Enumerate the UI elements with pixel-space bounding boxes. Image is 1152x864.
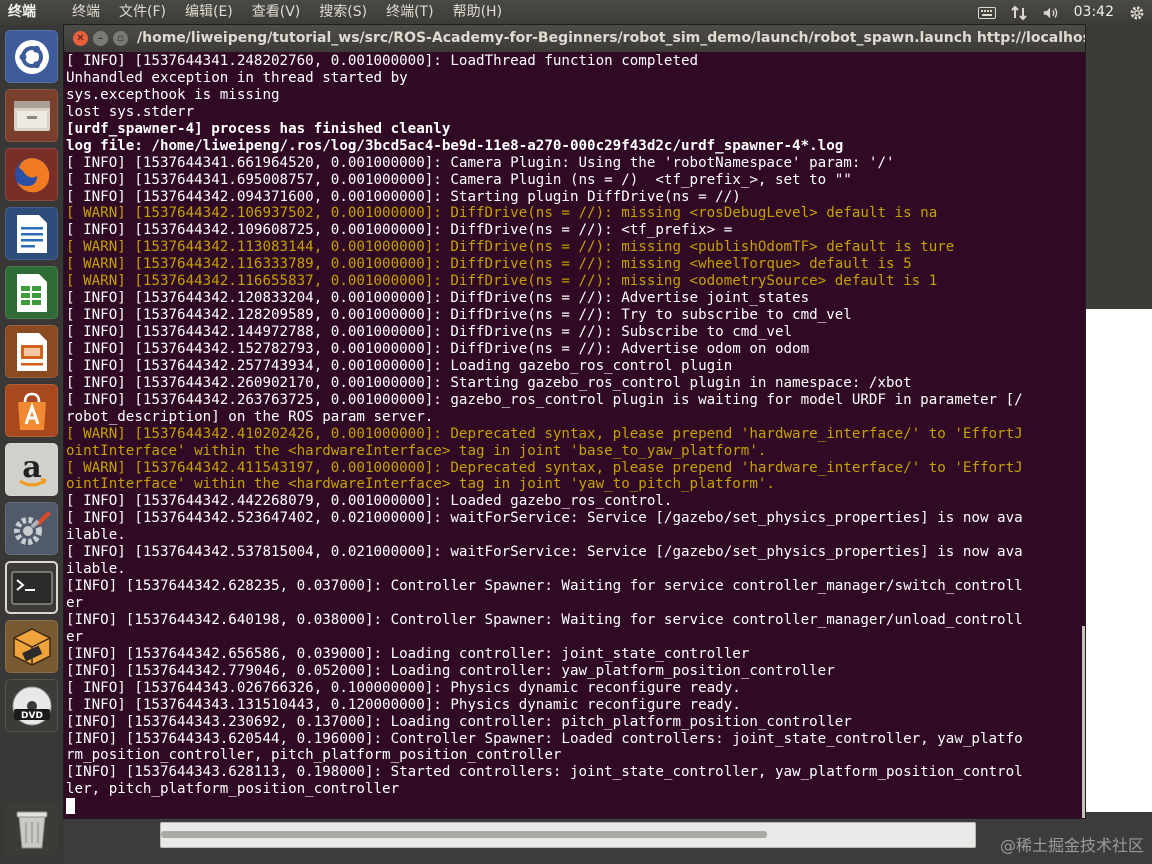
terminal-line: [ INFO] [1537644342.109608725, 0.0010000… bbox=[66, 222, 733, 239]
terminal-icon[interactable] bbox=[5, 561, 58, 614]
terminal-line: Unhandled exception in thread started by bbox=[66, 69, 408, 86]
terminal-line: [ INFO] [1537644343.131510443, 0.1200000… bbox=[66, 696, 741, 713]
terminal-scrollbar[interactable] bbox=[1082, 626, 1085, 818]
menu-file[interactable]: 文件(F) bbox=[119, 0, 176, 25]
terminal-line: rm_position_controller, pitch_platform_p… bbox=[66, 747, 562, 764]
software-center-icon[interactable] bbox=[5, 384, 58, 437]
terminal-line: ler, pitch_platform_position_controller bbox=[66, 781, 400, 798]
background-window-edge bbox=[1085, 25, 1152, 864]
horizontal-scrollbar[interactable] bbox=[160, 822, 976, 848]
terminal-line: [ WARN] [1537644342.113083144, 0.0010000… bbox=[66, 239, 955, 256]
writer-icon[interactable] bbox=[5, 207, 58, 260]
amazon-icon[interactable]: a bbox=[5, 443, 58, 496]
terminal-line: [ INFO] [1537644343.026766326, 0.1000000… bbox=[66, 679, 741, 696]
terminal-line: [ WARN] [1537644342.116333789, 0.0010000… bbox=[66, 256, 912, 273]
menu-edit[interactable]: 编辑(E) bbox=[185, 0, 243, 25]
trash-icon[interactable] bbox=[5, 802, 58, 855]
firefox-icon[interactable] bbox=[5, 148, 58, 201]
terminal-line: [ INFO] [1537644342.263763725, 0.0010000… bbox=[66, 391, 1023, 408]
terminal-line: [ WARN] [1537644342.106937502, 0.0010000… bbox=[66, 205, 938, 222]
terminal-line: ilable. bbox=[66, 527, 126, 544]
impress-icon[interactable] bbox=[5, 325, 58, 378]
close-icon[interactable]: ✕ bbox=[73, 31, 88, 46]
minimize-icon[interactable]: – bbox=[93, 31, 108, 46]
terminal-cursor bbox=[66, 798, 75, 815]
menu-bar: 终端 文件(F) 编辑(E) 查看(V) 搜索(S) 终端(T) 帮助(H) bbox=[72, 0, 521, 25]
terminal-line: [ INFO] [1537644342.144972788, 0.0010000… bbox=[66, 324, 793, 340]
terminal-line: [ INFO] [1537644342.257743934, 0.0010000… bbox=[66, 357, 733, 374]
clock[interactable]: 03:42 bbox=[1074, 0, 1114, 25]
system-tray: 03:42 bbox=[977, 0, 1146, 25]
terminal-line: [INFO] [1537644342.640198, 0.038000]: Co… bbox=[66, 611, 1023, 628]
terminal-line: [ WARN] [1537644342.116655837, 0.0010000… bbox=[66, 273, 938, 290]
terminal-line: ointInterface' within the <hardwareInter… bbox=[66, 442, 767, 459]
terminal-line: [urdf_spawner-4] process has finished cl… bbox=[66, 120, 451, 137]
terminal-line: [INFO] [1537644343.230692, 0.137000]: Lo… bbox=[66, 713, 852, 730]
menu-search[interactable]: 搜索(S) bbox=[319, 0, 377, 25]
terminal-line: [ INFO] [1537644341.248202760, 0.0010000… bbox=[66, 53, 699, 69]
background-window-content bbox=[1085, 309, 1152, 812]
ubuntu-logo-icon[interactable] bbox=[5, 30, 58, 83]
files-icon[interactable] bbox=[5, 89, 58, 142]
background-window-bottom bbox=[64, 818, 1152, 864]
calc-icon[interactable] bbox=[5, 266, 58, 319]
terminal-line: ilable. bbox=[66, 561, 126, 578]
menu-terminal-app[interactable]: 终端 bbox=[72, 0, 110, 25]
window-titlebar[interactable]: ✕ – ▫ /home/liweipeng/tutorial_ws/src/RO… bbox=[64, 25, 1085, 52]
terminal-line: sys.excepthook is missing bbox=[66, 86, 280, 103]
terminal-line: [ INFO] [1537644342.260902170, 0.0010000… bbox=[66, 374, 912, 391]
terminal-line: [ INFO] [1537644342.128209589, 0.0010000… bbox=[66, 307, 852, 324]
terminal-line: [INFO] [1537644343.628113, 0.198000]: St… bbox=[66, 764, 1023, 781]
terminal-line: [ INFO] [1537644341.695008757, 0.0010000… bbox=[66, 171, 852, 188]
watermark: @稀土掘金技术社区 bbox=[999, 836, 1144, 855]
maximize-icon[interactable]: ▫ bbox=[113, 31, 128, 46]
terminal-line: robot_description] on the ROS param serv… bbox=[66, 408, 434, 425]
terminal-line: [ INFO] [1537644342.094371600, 0.0010000… bbox=[66, 188, 741, 205]
terminal-line: [INFO] [1537644342.656586, 0.039000]: Lo… bbox=[66, 645, 750, 662]
top-menu-bar: 终端 终端 文件(F) 编辑(E) 查看(V) 搜索(S) 终端(T) 帮助(H… bbox=[0, 0, 1152, 25]
dvd-icon[interactable]: DVD bbox=[5, 679, 58, 732]
terminal-line: er bbox=[66, 628, 84, 645]
svg-text:a: a bbox=[22, 450, 41, 485]
terminal-line: ointInterface' within the <hardwareInter… bbox=[66, 476, 775, 493]
window-title: /home/liweipeng/tutorial_ws/src/ROS-Acad… bbox=[137, 30, 1085, 46]
terminal-line: [INFO] [1537644343.620544, 0.196000]: Co… bbox=[66, 730, 1023, 747]
terminal-line: [ INFO] [1537644342.152782793, 0.0010000… bbox=[66, 340, 810, 357]
terminal-line: [ INFO] [1537644342.120833204, 0.0010000… bbox=[66, 290, 810, 307]
terminal-line: [INFO] [1537644342.628235, 0.037000]: Co… bbox=[66, 578, 1023, 595]
settings-icon[interactable] bbox=[5, 502, 58, 555]
scrollbar-thumb[interactable] bbox=[161, 831, 767, 838]
terminal-line: er bbox=[66, 595, 84, 611]
gear-icon[interactable] bbox=[1128, 5, 1146, 21]
terminal-line: [ INFO] [1537644342.523647402, 0.0210000… bbox=[66, 510, 1023, 527]
app-title: 终端 bbox=[8, 4, 36, 20]
keyboard-icon[interactable] bbox=[977, 5, 996, 21]
terminal-line: [ INFO] [1537644342.442268079, 0.0010000… bbox=[66, 493, 673, 510]
terminal-line: lost sys.stderr bbox=[66, 103, 195, 120]
terminal-prompt-line[interactable] bbox=[66, 798, 1083, 815]
menu-terminal[interactable]: 终端(T) bbox=[386, 0, 443, 25]
menu-help[interactable]: 帮助(H) bbox=[453, 0, 512, 25]
terminal-window: ✕ – ▫ /home/liweipeng/tutorial_ws/src/RO… bbox=[64, 25, 1085, 818]
terminal-line: [INFO] [1537644342.779046, 0.052000]: Lo… bbox=[66, 662, 835, 679]
launcher: a DVD bbox=[0, 25, 65, 864]
terminal-line: [ WARN] [1537644342.411543197, 0.0010000… bbox=[66, 459, 1023, 476]
virtualbox-icon[interactable] bbox=[5, 620, 58, 673]
svg-text:DVD: DVD bbox=[21, 711, 43, 721]
terminal-line: [ INFO] [1537644341.661964520, 0.0010000… bbox=[66, 154, 895, 171]
menu-view[interactable]: 查看(V) bbox=[252, 0, 311, 25]
terminal-line: [ WARN] [1537644342.410202426, 0.0010000… bbox=[66, 425, 1023, 442]
network-icon[interactable] bbox=[1010, 5, 1028, 21]
terminal-line: log file: /home/liweipeng/.ros/log/3bcd5… bbox=[66, 137, 844, 154]
terminal-line: [ INFO] [1537644342.537815004, 0.0210000… bbox=[66, 544, 1023, 561]
terminal-output[interactable]: [ INFO] [1537644341.248202760, 0.0010000… bbox=[66, 53, 1083, 818]
volume-icon[interactable] bbox=[1042, 5, 1060, 21]
